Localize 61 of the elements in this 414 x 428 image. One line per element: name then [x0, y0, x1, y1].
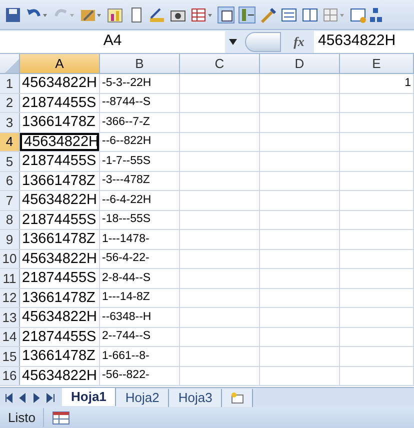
row-header[interactable]: 14	[0, 328, 20, 346]
table-cell[interactable]: 13661478Z	[20, 113, 99, 132]
table-cell[interactable]: -18---55S	[100, 210, 179, 229]
table-cell[interactable]: 45634822H	[20, 366, 99, 385]
table-cell[interactable]: 45634822H	[20, 250, 99, 268]
sheet-tab[interactable]: Hoja3	[169, 388, 222, 406]
table-cell[interactable]: 1	[340, 74, 413, 92]
function-label[interactable]: fx	[284, 32, 314, 52]
row-header[interactable]: 11	[0, 269, 20, 288]
table-cell[interactable]: 1-661--8-	[100, 347, 179, 366]
row-header[interactable]: 10	[0, 250, 20, 268]
sheet-tab[interactable]: Hoja2	[116, 388, 170, 406]
table-cell[interactable]: -56--822-	[100, 366, 179, 385]
active-cell[interactable]: 45634822H	[20, 132, 99, 151]
table-cell[interactable]: 21874455S	[20, 94, 99, 112]
row-header[interactable]: 15	[0, 347, 20, 366]
table-cell[interactable]: --6348--H	[100, 308, 179, 326]
row-header[interactable]: 13	[0, 308, 20, 326]
column-header[interactable]: A	[20, 54, 100, 73]
table-cell[interactable]: 1---14-8Z	[100, 288, 179, 307]
table-cell[interactable]: -56-4-22-	[100, 250, 179, 268]
row-header[interactable]: 1	[0, 74, 20, 92]
column-header[interactable]: E	[340, 54, 414, 73]
table-cell[interactable]: 21874455S	[20, 152, 99, 170]
column-header[interactable]: D	[260, 54, 340, 73]
table-cell[interactable]: 2-8-44--S	[100, 269, 179, 288]
row-header[interactable]: 3	[0, 113, 20, 132]
row-header[interactable]: 6	[0, 172, 20, 190]
table-cell[interactable]: --8744--S	[100, 94, 179, 112]
column-header[interactable]: B	[100, 54, 180, 73]
table-cell[interactable]: 21874455S	[20, 328, 99, 346]
status-text: Listo	[0, 408, 44, 428]
column-header[interactable]: C	[180, 54, 260, 73]
table-cell[interactable]: 13661478Z	[20, 347, 99, 366]
table-cell[interactable]: 21874455S	[20, 210, 99, 229]
table-cell[interactable]: --6--822H	[100, 132, 179, 151]
row-header[interactable]: 2	[0, 94, 20, 112]
table-cell[interactable]: -366--7-Z	[100, 113, 179, 132]
table-cell[interactable]: 13661478Z	[20, 288, 99, 307]
sheet-tab[interactable]: Hoja1	[62, 388, 116, 406]
table-cell[interactable]: 1---1478-	[100, 230, 179, 248]
table-cell[interactable]: 2--744--S	[100, 328, 179, 346]
name-box[interactable]: A4	[0, 30, 225, 52]
table-cell[interactable]: 21874455S	[20, 269, 99, 288]
row-header[interactable]: 7	[0, 191, 20, 210]
row-header[interactable]: 4	[0, 132, 20, 151]
table-cell[interactable]: -1-7--55S	[100, 152, 179, 170]
row-header[interactable]: 12	[0, 288, 20, 307]
table-cell[interactable]: 45634822H	[20, 74, 99, 92]
table-cell[interactable]: 45634822H	[20, 308, 99, 326]
table-cell[interactable]: 13661478Z	[20, 230, 99, 248]
row-header[interactable]: 16	[0, 366, 20, 385]
table-cell[interactable]: --6-4-22H	[100, 191, 179, 210]
table-cell[interactable]: -3---478Z	[100, 172, 179, 190]
table-cell[interactable]: -5-3--22H	[100, 74, 179, 92]
table-cell[interactable]: 45634822H	[20, 191, 99, 210]
row-header[interactable]: 8	[0, 210, 20, 229]
row-header[interactable]: 5	[0, 152, 20, 170]
formula-field[interactable]: 45634822H	[314, 30, 414, 52]
row-header[interactable]: 9	[0, 230, 20, 248]
table-cell[interactable]: 13661478Z	[20, 172, 99, 190]
